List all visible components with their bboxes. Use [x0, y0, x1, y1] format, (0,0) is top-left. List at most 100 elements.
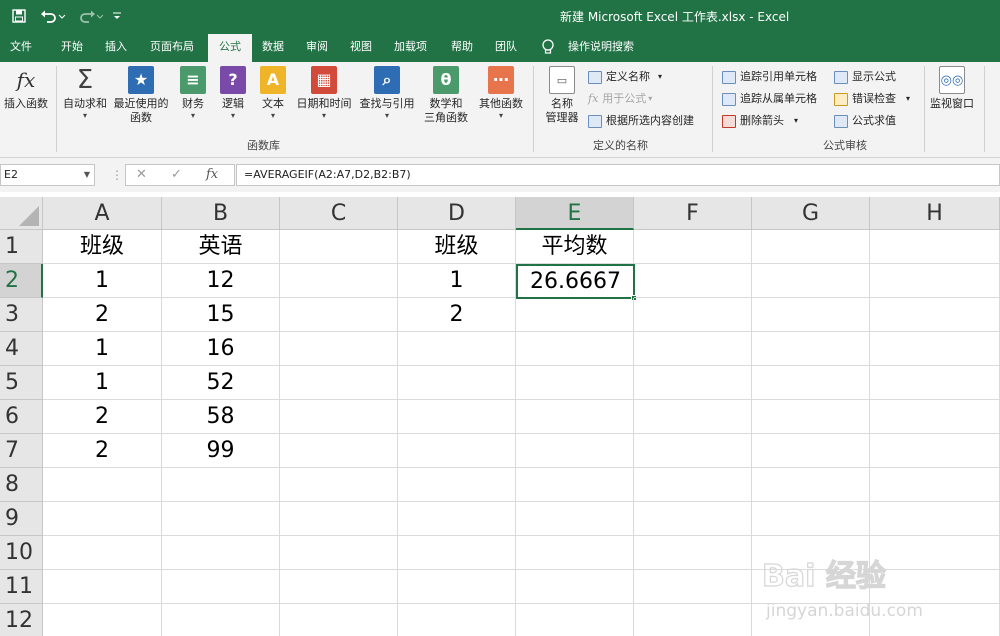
cell-c12[interactable]	[280, 604, 398, 636]
cell-g7[interactable]	[752, 434, 870, 468]
tab-data[interactable]: 数据	[262, 32, 284, 62]
watch-window-button[interactable]: ◎◎ 监视窗口	[926, 66, 978, 111]
cell-e11[interactable]	[516, 570, 634, 604]
cell-e3[interactable]	[516, 298, 634, 332]
cell-e8[interactable]	[516, 468, 634, 502]
cell-b12[interactable]	[162, 604, 280, 636]
cell-g4[interactable]	[752, 332, 870, 366]
cell-e7[interactable]	[516, 434, 634, 468]
cell-c4[interactable]	[280, 332, 398, 366]
cell-h2[interactable]	[870, 264, 1000, 298]
cell-f9[interactable]	[634, 502, 752, 536]
row-header-3[interactable]: 3	[0, 298, 43, 332]
tab-formulas[interactable]: 公式	[208, 34, 252, 62]
recently-used-button[interactable]: ★ 最近使用的 函数	[110, 66, 172, 125]
cell-a5[interactable]: 1	[43, 366, 162, 400]
cell-a10[interactable]	[43, 536, 162, 570]
save-icon[interactable]	[10, 7, 28, 25]
tab-page-layout[interactable]: 页面布局	[150, 32, 194, 62]
financial-button[interactable]: ≡ 财务 ▾	[176, 66, 210, 121]
cell-d10[interactable]	[398, 536, 516, 570]
tab-view[interactable]: 视图	[350, 32, 372, 62]
cell-c9[interactable]	[280, 502, 398, 536]
tab-help[interactable]: 帮助	[451, 32, 473, 62]
cell-b4[interactable]: 16	[162, 332, 280, 366]
autosum-button[interactable]: Σ 自动求和 ▾	[59, 66, 111, 121]
cell-f4[interactable]	[634, 332, 752, 366]
cell-d3[interactable]: 2	[398, 298, 516, 332]
create-from-selection-button[interactable]: 根据所选内容创建	[588, 112, 694, 130]
cell-a3[interactable]: 2	[43, 298, 162, 332]
tab-team[interactable]: 团队	[495, 32, 517, 62]
cell-f5[interactable]	[634, 366, 752, 400]
column-header-e[interactable]: E	[516, 197, 634, 230]
cell-h6[interactable]	[870, 400, 1000, 434]
row-header-1[interactable]: 1	[0, 230, 43, 264]
cell-c10[interactable]	[280, 536, 398, 570]
cell-c3[interactable]	[280, 298, 398, 332]
trace-precedents-button[interactable]: 追踪引用单元格	[722, 68, 817, 86]
redo-icon[interactable]	[75, 7, 105, 25]
tab-review[interactable]: 审阅	[306, 32, 328, 62]
cell-b9[interactable]	[162, 502, 280, 536]
cell-g8[interactable]	[752, 468, 870, 502]
cell-d4[interactable]	[398, 332, 516, 366]
insert-function-icon[interactable]: fx	[206, 167, 218, 182]
cell-d5[interactable]	[398, 366, 516, 400]
cell-d8[interactable]	[398, 468, 516, 502]
use-in-formula-button[interactable]: fx 用于公式 ▾	[588, 90, 652, 108]
chevron-down-icon[interactable]: ▼	[84, 165, 90, 185]
cell-c5[interactable]	[280, 366, 398, 400]
cell-e1[interactable]: 平均数	[516, 230, 634, 264]
logical-button[interactable]: ? 逻辑 ▾	[216, 66, 250, 121]
column-header-f[interactable]: F	[634, 197, 752, 230]
cell-d2[interactable]: 1	[398, 264, 516, 298]
cell-f1[interactable]	[634, 230, 752, 264]
cell-d11[interactable]	[398, 570, 516, 604]
column-header-a[interactable]: A	[43, 197, 162, 230]
cell-f7[interactable]	[634, 434, 752, 468]
cell-a7[interactable]: 2	[43, 434, 162, 468]
cell-f12[interactable]	[634, 604, 752, 636]
cell-a11[interactable]	[43, 570, 162, 604]
name-box[interactable]: E2 ▼	[0, 164, 95, 186]
undo-icon[interactable]	[38, 7, 68, 25]
row-header-12[interactable]: 12	[0, 604, 43, 636]
error-checking-button[interactable]: 错误检查 ▾	[834, 90, 910, 108]
cell-e5[interactable]	[516, 366, 634, 400]
cell-a6[interactable]: 2	[43, 400, 162, 434]
cell-e4[interactable]	[516, 332, 634, 366]
insert-function-button[interactable]: fx 插入函数	[2, 66, 50, 111]
row-header-9[interactable]: 9	[0, 502, 43, 536]
cell-d6[interactable]	[398, 400, 516, 434]
cell-h9[interactable]	[870, 502, 1000, 536]
row-header-5[interactable]: 5	[0, 366, 43, 400]
cell-b5[interactable]: 52	[162, 366, 280, 400]
cell-d7[interactable]	[398, 434, 516, 468]
name-manager-button[interactable]: ▭ 名称 管理器	[540, 66, 584, 125]
cell-d12[interactable]	[398, 604, 516, 636]
cell-c6[interactable]	[280, 400, 398, 434]
cell-g3[interactable]	[752, 298, 870, 332]
cell-h7[interactable]	[870, 434, 1000, 468]
cell-g6[interactable]	[752, 400, 870, 434]
lookup-reference-button[interactable]: ⌕ 查找与引用 ▾	[356, 66, 418, 121]
cell-c1[interactable]	[280, 230, 398, 264]
row-header-8[interactable]: 8	[0, 468, 43, 502]
cell-a12[interactable]	[43, 604, 162, 636]
tab-insert[interactable]: 插入	[105, 32, 127, 62]
tab-file[interactable]: 文件	[10, 32, 32, 62]
cell-g9[interactable]	[752, 502, 870, 536]
text-button[interactable]: A 文本 ▾	[256, 66, 290, 121]
cell-b11[interactable]	[162, 570, 280, 604]
cell-g2[interactable]	[752, 264, 870, 298]
cell-e6[interactable]	[516, 400, 634, 434]
cell-h4[interactable]	[870, 332, 1000, 366]
cell-e9[interactable]	[516, 502, 634, 536]
cell-h1[interactable]	[870, 230, 1000, 264]
row-header-10[interactable]: 10	[0, 536, 43, 570]
column-header-d[interactable]: D	[398, 197, 516, 230]
select-all-corner[interactable]	[0, 197, 43, 230]
cell-h8[interactable]	[870, 468, 1000, 502]
cell-h5[interactable]	[870, 366, 1000, 400]
